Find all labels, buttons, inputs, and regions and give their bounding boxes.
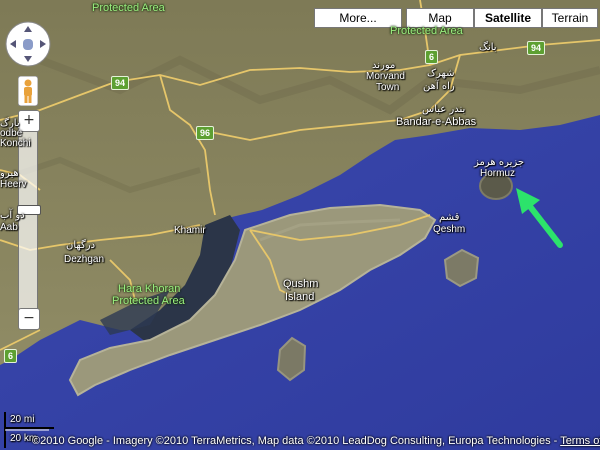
road-shield-6: 6: [4, 349, 18, 363]
terms-of-use-link[interactable]: Terms of Use: [560, 435, 600, 447]
dargahan-label-fa: درگهان: [66, 240, 96, 251]
qeshm-label-fa: قشم: [439, 212, 460, 223]
road-shield-6: 6: [425, 50, 439, 64]
hara-khoran-protected-area-label: Protected Area: [112, 295, 185, 307]
aab-label: Aab: [0, 222, 18, 233]
attribution-text: ©2010 Google - Imagery ©2010 TerraMetric…: [32, 435, 561, 447]
hara-khoran-label: Hara Khoran: [118, 283, 181, 295]
satellite-map[interactable]: More... Map Satellite Terrain + − 94 94 …: [0, 0, 600, 450]
pan-control-icon[interactable]: [4, 20, 52, 68]
protected-area-label: Protected Area: [92, 2, 165, 14]
bandar-abbas-label: Bandar-e-Abbas: [396, 116, 477, 128]
shahrak-label-fa-2: راه آهن: [423, 81, 455, 92]
attribution: ©2010 Google - Imagery ©2010 TerraMetric…: [0, 432, 600, 450]
satellite-button[interactable]: Satellite: [474, 8, 542, 28]
left-town-label-2: Konchi: [0, 138, 31, 149]
qeshm-label: Qeshm: [433, 224, 466, 235]
street-view-pegman-icon[interactable]: [17, 75, 39, 107]
aab-label-fa: دو آب: [0, 210, 25, 221]
heerv-label: Heerv: [0, 179, 27, 190]
map-imagery: [0, 0, 600, 450]
terrain-button[interactable]: Terrain: [542, 8, 598, 28]
bang-label-fa: بانگ: [479, 42, 497, 53]
road-shield-94: 94: [527, 41, 546, 55]
shahrak-label-fa: شهرک: [427, 68, 455, 79]
morvand-label-town: Town: [376, 82, 400, 93]
road-shield-96: 96: [196, 126, 215, 140]
zoom-out-button[interactable]: −: [18, 308, 40, 330]
dargahan-label: Dezhgan: [64, 254, 105, 265]
qushm-island-label-2: Island: [285, 291, 315, 303]
scale-miles: 20 mi: [10, 414, 35, 425]
hormuz-label: Hormuz: [480, 168, 516, 179]
qushm-island-label: Qushm: [283, 278, 319, 290]
more-button[interactable]: More...: [314, 8, 402, 28]
protected-area-label: Protected Area: [390, 25, 463, 37]
khamir-label: Khamir: [174, 225, 206, 236]
bandar-abbas-label-fa: بندر عباس: [422, 104, 466, 115]
road-shield-94: 94: [111, 76, 130, 90]
